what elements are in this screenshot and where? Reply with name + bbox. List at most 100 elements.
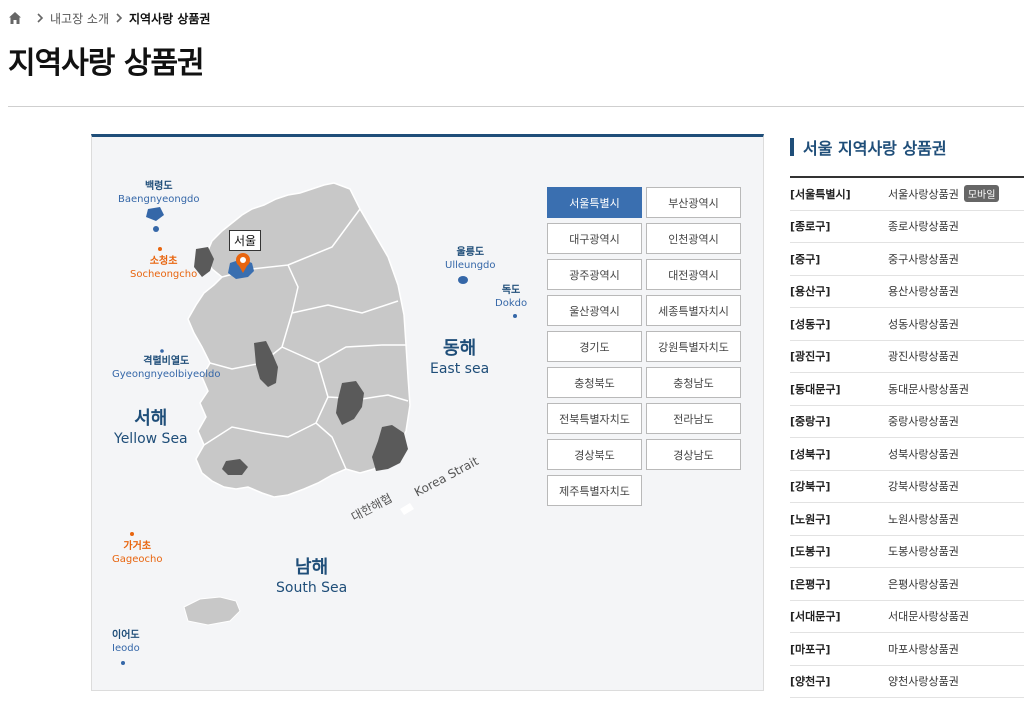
jeju-island[interactable] [183,596,241,626]
ieodo-dot[interactable] [121,661,125,665]
district-name: [성동구] [790,317,831,331]
region-button-jeju[interactable]: 제주특별자치도 [547,475,642,506]
voucher-link[interactable]: 용산사랑상품권 [888,283,959,299]
island-label-dokdo: 독도 Dokdo [495,285,528,309]
district-name: [은평구] [790,577,831,591]
region-button-daegu[interactable]: 대구광역시 [547,223,642,254]
table-row: [용산구] 용산사랑상품권 [790,276,1024,308]
island-label-ieodo: 이어도 Ieodo [112,630,140,654]
region-button-gangwon[interactable]: 강원특별자치도 [646,331,741,362]
district-name: [마포구] [790,642,831,656]
district-name: [노원구] [790,512,831,526]
region-button-incheon[interactable]: 인천광역시 [646,223,741,254]
voucher-link[interactable]: 성북사랑상품권 [888,446,959,462]
voucher-link[interactable]: 도봉사랑상품권 [888,543,959,559]
district-name: [양천구] [790,675,831,689]
voucher-link[interactable]: 광진사랑상품권 [888,348,959,364]
region-button-gyeongbuk[interactable]: 경상북도 [547,439,642,470]
breadcrumb-current: 지역사랑 상품권 [129,11,211,26]
district-name: [중구] [790,252,821,266]
district-name: [용산구] [790,285,831,299]
page-title: 지역사랑 상품권 [8,46,205,81]
district-name: [광진구] [790,350,831,364]
district-name: [서울특별시] [790,187,851,201]
table-row: [종로구] 종로사랑상품권 [790,211,1024,243]
island-label-ulleungdo: 울릉도 Ulleungdo [445,247,496,271]
table-row: [동대문구] 동대문사랑상품권 [790,373,1024,406]
home-icon[interactable] [8,11,22,25]
region-button-busan[interactable]: 부산광역시 [646,187,741,218]
table-row: [강북구] 강북사랑상품권 [790,471,1024,503]
voucher-link[interactable]: 서울사랑상품권 모바일 [888,185,1000,203]
table-row: [마포구] 마포사랑상품권 [790,633,1024,666]
table-row: [양천구] 양천사랑상품권 [790,666,1024,698]
breadcrumb-link[interactable]: 내고장 소개 [50,10,109,27]
region-button-chungbuk[interactable]: 충청북도 [547,367,642,398]
table-row: [서울특별시] 서울사랑상품권 모바일 [790,178,1024,211]
voucher-link[interactable]: 서대문사랑상품권 [888,608,969,624]
voucher-link[interactable]: 성동사랑상품권 [888,316,959,332]
voucher-link[interactable]: 양천사랑상품권 [888,673,959,689]
region-button-jeonnam[interactable]: 전라남도 [646,403,741,434]
district-name: [종로구] [790,220,831,234]
voucher-link[interactable]: 마포사랑상품권 [888,641,959,657]
island-label-gageocho: 가거초 Gageocho [112,541,163,565]
region-button-gyeongnam[interactable]: 경상남도 [646,439,741,470]
sea-label-east: 동해 East sea [430,338,490,378]
chevron-right-icon [116,13,123,23]
title-divider [8,106,1024,107]
gageocho-dot[interactable] [130,532,134,536]
region-button-grid: 서울특별시 부산광역시 대구광역시 인천광역시 광주광역시 대전광역시 울산광역… [547,187,743,506]
table-row: [중랑구] 중랑사랑상품권 [790,406,1024,438]
gyeongnyeolbiyeoldo-dot[interactable] [160,349,164,353]
voucher-link[interactable]: 은평사랑상품권 [888,576,959,592]
ulleungdo-island[interactable] [458,276,468,284]
voucher-link[interactable]: 종로사랑상품권 [888,218,959,234]
region-button-daejeon[interactable]: 대전광역시 [646,259,741,290]
table-row: [성동구] 성동사랑상품권 [790,308,1024,341]
table-row: [은평구] 은평사랑상품권 [790,568,1024,601]
region-button-gwangju[interactable]: 광주광역시 [547,259,642,290]
breadcrumb: 내고장 소개 지역사랑 상품권 [8,10,210,26]
table-row: [노원구] 노원사랑상품권 [790,503,1024,536]
region-button-sejong[interactable]: 세종특별자치시 [646,295,741,326]
district-name: [도봉구] [790,545,831,559]
region-button-jeonbuk[interactable]: 전북특별자치도 [547,403,642,434]
strait-band [400,503,414,515]
region-button-chungnam[interactable]: 충청남도 [646,367,741,398]
sea-label-yellow: 서해 Yellow Sea [114,408,188,448]
voucher-list-title: 서울 지역사랑 상품권 [790,134,1024,160]
voucher-link[interactable]: 동대문사랑상품권 [888,381,969,397]
socheongcho-dot[interactable] [158,247,162,251]
district-name: [강북구] [790,480,831,494]
title-accent-bar [790,138,794,156]
table-row: [서대문구] 서대문사랑상품권 [790,601,1024,633]
table-row: [광진구] 광진사랑상품권 [790,341,1024,373]
table-row: [중구] 중구사랑상품권 [790,243,1024,276]
region-button-gyeonggi[interactable]: 경기도 [547,331,642,362]
voucher-link[interactable]: 노원사랑상품권 [888,511,959,527]
region-button-seoul[interactable]: 서울특별시 [547,187,642,218]
map-panel: 서울 백령도 Baengnyeongdo 소청초 Socheongcho 울릉도 Ul… [91,134,764,691]
region-button-ulsan[interactable]: 울산광역시 [547,295,642,326]
voucher-link[interactable]: 중구사랑상품권 [888,251,959,267]
baengnyeongdo-island[interactable] [146,207,164,221]
chevron-right-icon [37,13,44,23]
seoul-marker-label: 서울 [229,230,262,251]
island-label-socheongcho: 소청초 Socheongcho [130,256,198,280]
district-name: [중랑구] [790,415,831,429]
voucher-link[interactable]: 중랑사랑상품권 [888,413,959,429]
voucher-link[interactable]: 강북사랑상품권 [888,478,959,494]
island-label-baengnyeongdo: 백령도 Baengnyeongdo [118,181,200,205]
district-name: [서대문구] [790,610,841,624]
district-name: [성북구] [790,447,831,461]
sea-label-south: 남해 South Sea [276,557,348,597]
voucher-table: [서울특별시] 서울사랑상품권 모바일 [종로구] 종로사랑상품권 [중구] 중구사… [790,176,1024,698]
island-label-gyeongnyeolbiyeoldo: 격렬비열도 Gyeongnyeolbiyeoldo [112,356,221,380]
dokdo-dot[interactable] [513,314,517,318]
mobile-badge: 모바일 [963,185,1000,203]
voucher-list-panel: 서울 지역사랑 상품권 [서울특별시] 서울사랑상품권 모바일 [종로구] 종로사… [790,134,1024,698]
table-row: [성북구] 성북사랑상품권 [790,438,1024,471]
table-row: [도봉구] 도봉사랑상품권 [790,536,1024,568]
district-name: [동대문구] [790,382,841,396]
